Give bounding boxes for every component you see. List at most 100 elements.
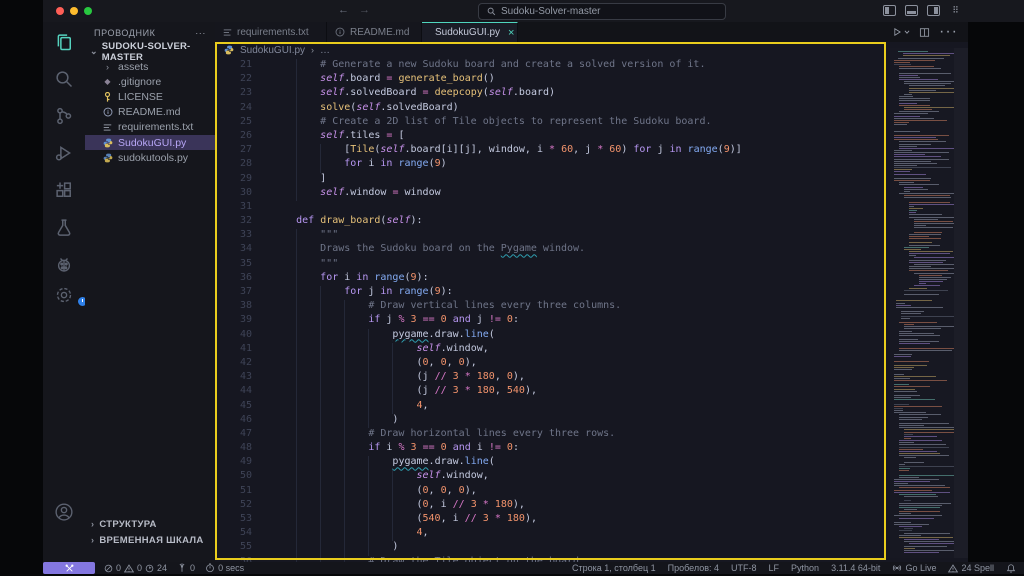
minimize-window-icon[interactable] [70,7,78,15]
nav-forward-icon[interactable]: → [359,4,370,17]
list-file-icon [102,123,113,132]
code-line[interactable]: 43 (j // 3 * 180, 0), [215,371,890,385]
code-line[interactable]: 39 if j % 3 == 0 and j != 0: [215,314,890,328]
code-line[interactable]: 22 self.board = generate_board() [215,73,890,87]
code-line[interactable]: 36 for i in range(9): [215,272,890,286]
split-editor-icon[interactable] [919,27,930,38]
code-line[interactable]: 30 self.window = window [215,187,890,201]
code-line[interactable]: 45 4, [215,400,890,414]
eol-sequence[interactable]: LF [769,563,780,573]
code-line[interactable]: 32 def draw_board(self): [215,215,890,229]
ports-indicator[interactable]: 0 [177,563,195,573]
sidebar-item-sudokugui[interactable]: SudokuGUI.py [85,135,215,150]
tab-readme[interactable]: README.md [327,22,422,42]
run-debug-icon[interactable] [54,143,74,163]
code-line[interactable]: 31 [215,201,890,215]
toggle-sidebar-icon[interactable] [883,5,896,16]
code-line[interactable]: 50 self.window, [215,470,890,484]
nav-back-icon[interactable]: ← [338,4,349,17]
sidebar-item-sudokutools[interactable]: sudokutools.py [85,150,215,165]
go-live-button[interactable]: Go Live [892,563,936,573]
line-number: 25 [215,116,258,130]
testing-icon[interactable] [54,217,74,237]
encoding[interactable]: UTF-8 [731,563,757,573]
explorer-more-icon[interactable]: ··· [195,28,206,38]
root-folder-label: SUDOKU-SOLVER-MASTER [102,41,215,63]
code-line[interactable]: 24 solve(self.solvedBoard) [215,102,890,116]
breadcrumb-symbol[interactable]: … [320,45,330,56]
source-control-icon[interactable] [54,106,74,126]
code-line[interactable]: 28 for i in range(9) [215,158,890,172]
cursor-position[interactable]: Строка 1, столбец 1 [572,563,656,573]
code-line[interactable]: 26 self.tiles = [ [215,130,890,144]
line-number: 33 [215,229,258,243]
extensions-icon[interactable] [54,180,74,200]
python-interpreter[interactable]: 3.11.4 64-bit [831,563,880,573]
explorer-icon[interactable] [54,32,74,52]
code-line[interactable]: 33 """ [215,229,890,243]
remote-indicator[interactable] [43,562,95,574]
code-line[interactable]: 23 self.solvedBoard = deepcopy(self.boar… [215,87,890,101]
section-outline[interactable]: › СТРУКТУРА [85,516,215,532]
chevron-right-icon: › [91,535,94,545]
account-icon[interactable] [43,502,85,522]
language-mode[interactable]: Python [791,563,819,573]
code-line[interactable]: 27 [Tile(self.board[i][j], window, i * 6… [215,144,890,158]
python-file-icon [102,138,113,148]
breadcrumb[interactable]: SudokuGUI.py › … [215,42,888,58]
code-line[interactable]: 41 self.window, [215,343,890,357]
editor-more-actions-icon[interactable]: ··· [939,23,958,41]
code-area[interactable]: 21 # Generate a new Sudoku board and cre… [215,58,890,563]
close-window-icon[interactable] [56,7,64,15]
sidebar-item-requirements[interactable]: requirements.txt [85,120,215,135]
tab-bar: requirements.txt README.md SudokuGUI.py … [215,22,968,42]
line-number: 41 [215,343,258,357]
toggle-panel-icon[interactable] [905,5,918,16]
minimap-slider[interactable] [954,48,968,558]
code-line[interactable]: 47 # Draw horizontal lines every three r… [215,428,890,442]
search-sidebar-icon[interactable] [54,69,74,89]
sidebar-item-license[interactable]: LICENSE [85,89,215,104]
customize-layout-icon[interactable]: ⠿ [949,5,962,16]
code-line[interactable]: 55 ) [215,541,890,555]
ladybug-icon[interactable] [54,254,74,274]
indentation[interactable]: Пробелов: 4 [668,563,719,573]
code-line[interactable]: 25 # Create a 2D list of Tile objects to… [215,116,890,130]
maximize-window-icon[interactable] [84,7,92,15]
tab-sudokugui[interactable]: SudokuGUI.py × [422,22,518,42]
code-line[interactable]: 54 4, [215,527,890,541]
code-line[interactable]: 42 (0, 0, 0), [215,357,890,371]
tab-requirements[interactable]: requirements.txt [215,22,327,42]
code-line[interactable]: 48 if i % 3 == 0 and i != 0: [215,442,890,456]
code-line[interactable]: 40 pygame.draw.line( [215,329,890,343]
problems-indicator[interactable]: 0 0 24 [104,563,167,573]
code-line[interactable]: 49 pygame.draw.line( [215,456,890,470]
code-line[interactable]: 44 (j // 3 * 180, 540), [215,385,890,399]
minimap[interactable] [890,48,968,558]
code-line[interactable]: 34 Draws the Sudoku board on the Pygame … [215,243,890,257]
breadcrumb-file[interactable]: SudokuGUI.py [240,45,305,56]
section-timeline[interactable]: › ВРЕМЕННАЯ ШКАЛА [85,532,215,548]
run-python-file-icon[interactable] [892,27,910,37]
toggle-secondary-sidebar-icon[interactable] [927,5,940,16]
code-line[interactable]: 52 (0, i // 3 * 180), [215,499,890,513]
window-controls[interactable] [56,7,92,15]
code-line[interactable]: 37 for j in range(9): [215,286,890,300]
sidebar-item-gitignore[interactable]: ◆ .gitignore [85,74,215,89]
spell-checker-status[interactable]: 24 Spell [948,563,994,573]
timer-indicator[interactable]: 0 secs [205,563,244,573]
sidebar-item-readme[interactable]: README.md [85,105,215,120]
close-tab-icon[interactable]: × [508,28,514,38]
code-line[interactable]: 21 # Generate a new Sudoku board and cre… [215,59,890,73]
code-line[interactable]: 29 ] [215,173,890,187]
code-line[interactable]: 35 """ [215,258,890,272]
notifications-bell-icon[interactable] [1006,563,1016,574]
command-center-search[interactable]: Sudoku-Solver-master [478,3,726,20]
settings-gear-icon[interactable] [43,285,85,305]
code-line[interactable]: 38 # Draw vertical lines every three col… [215,300,890,314]
line-number: 50 [215,470,258,484]
folder-root[interactable]: ⌄ SUDOKU-SOLVER-MASTER [85,44,215,59]
code-line[interactable]: 46 ) [215,414,890,428]
code-line[interactable]: 51 (0, 0, 0), [215,485,890,499]
code-line[interactable]: 53 (540, i // 3 * 180), [215,513,890,527]
